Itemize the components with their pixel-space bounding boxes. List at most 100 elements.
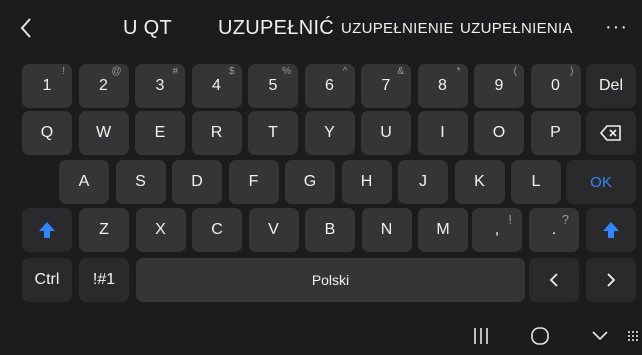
key-c[interactable]: C xyxy=(192,208,242,252)
key-k[interactable]: K xyxy=(454,160,505,204)
keyboard-switch-button[interactable] xyxy=(624,318,642,354)
key-6-sub: ^ xyxy=(342,66,348,77)
more-options-button[interactable]: ··· xyxy=(605,16,628,39)
space-key-label: Polski xyxy=(311,272,350,288)
key-h[interactable]: H xyxy=(341,160,392,204)
key-t[interactable]: T xyxy=(248,111,298,155)
key-8-label: 8 xyxy=(438,77,447,94)
key-9-label: 9 xyxy=(494,77,504,94)
chevron-left-icon xyxy=(20,18,31,38)
hide-keyboard-button[interactable] xyxy=(585,318,615,354)
key-m[interactable]: M xyxy=(418,208,468,252)
key-3-sub: # xyxy=(172,66,178,77)
key-3-label: 3 xyxy=(155,77,165,94)
key-7-sub: & xyxy=(397,66,404,77)
key-v[interactable]: V xyxy=(248,208,299,252)
suggestion-bar: U QT UZUPEŁNIĆ UZUPEŁNIENIE UZUPEŁNIENIA… xyxy=(0,0,642,56)
key-j-label: J xyxy=(419,173,427,190)
key-1[interactable]: 1! xyxy=(22,64,72,108)
key-s[interactable]: S xyxy=(115,160,166,204)
key-4-label: 4 xyxy=(212,77,221,94)
key-y[interactable]: Y xyxy=(304,111,355,155)
key-b-label: B xyxy=(324,221,336,238)
suggestion-4[interactable]: UZUPEŁNIENIA xyxy=(460,20,573,37)
key-0[interactable]: 0) xyxy=(530,64,581,108)
delete-key[interactable]: Del xyxy=(586,64,636,108)
key-6[interactable]: 6 ^ xyxy=(304,64,355,108)
key-e-label: E xyxy=(154,124,166,141)
cursor-right-key[interactable] xyxy=(586,258,636,302)
comma-key[interactable]: , ! xyxy=(472,208,522,252)
key-4-sub: $ xyxy=(228,66,235,77)
key-f[interactable]: F xyxy=(228,160,279,204)
key-k-label: K xyxy=(474,173,485,190)
shift-right-key[interactable] xyxy=(586,208,636,252)
recent-apps-icon xyxy=(474,328,488,344)
ok-key[interactable]: OK xyxy=(566,160,636,204)
key-w[interactable]: W xyxy=(78,111,129,155)
key-l-label: L xyxy=(531,173,541,190)
backspace-key[interactable] xyxy=(586,111,636,155)
key-4[interactable]: 4 $ xyxy=(191,64,242,108)
chevron-down-icon xyxy=(592,331,608,341)
key-9[interactable]: 9( xyxy=(474,64,524,108)
keyboard-grid-icon xyxy=(628,331,638,341)
suggestion-3[interactable]: UZUPEŁNIENIE xyxy=(341,20,454,37)
suggestion-1[interactable]: U QT xyxy=(123,17,172,40)
ok-key-label: OK xyxy=(590,173,612,191)
key-7[interactable]: 7 & xyxy=(361,64,411,108)
key-z-label: Z xyxy=(99,221,109,238)
key-a-label: A xyxy=(78,173,90,190)
key-t-label: T xyxy=(268,124,278,141)
key-5[interactable]: 5% xyxy=(248,64,298,108)
delete-key-label: Del xyxy=(598,77,623,94)
key-2[interactable]: 2 @ xyxy=(78,64,129,108)
key-3[interactable]: 3 # xyxy=(135,64,185,108)
key-q-label: Q xyxy=(40,124,54,141)
key-l[interactable]: L xyxy=(511,160,561,204)
suggestion-2[interactable]: UZUPEŁNIĆ xyxy=(218,17,334,40)
key-8[interactable]: 8 * xyxy=(417,64,468,108)
key-o[interactable]: O xyxy=(474,111,524,155)
recent-apps-button[interactable] xyxy=(466,318,496,354)
key-p[interactable]: P xyxy=(530,111,581,155)
comma-key-sub: ! xyxy=(508,212,512,227)
key-o-label: O xyxy=(492,124,506,141)
key-2-sub: @ xyxy=(111,66,122,77)
shift-icon xyxy=(603,222,619,238)
key-i-label: I xyxy=(440,124,445,141)
key-g[interactable]: G xyxy=(285,160,335,204)
period-key-label: . xyxy=(551,221,557,238)
key-m-label: M xyxy=(436,221,450,238)
key-r[interactable]: R xyxy=(191,111,242,155)
key-z[interactable]: Z xyxy=(79,208,129,252)
key-i[interactable]: I xyxy=(417,111,468,155)
space-key[interactable]: Polski xyxy=(136,258,525,302)
ctrl-key[interactable]: Ctrl xyxy=(22,258,72,302)
key-y-label: Y xyxy=(324,124,335,141)
key-9-sub: ( xyxy=(513,66,517,77)
home-button[interactable] xyxy=(525,318,555,354)
key-e[interactable]: E xyxy=(135,111,185,155)
key-w-label: W xyxy=(95,124,112,141)
key-n[interactable]: N xyxy=(361,208,412,252)
key-b[interactable]: B xyxy=(305,208,355,252)
key-d[interactable]: D xyxy=(172,160,222,204)
key-d-label: D xyxy=(191,173,203,190)
key-u[interactable]: U xyxy=(361,111,411,155)
key-5-sub: % xyxy=(282,66,291,77)
key-s-label: S xyxy=(135,173,146,190)
key-0-sub: ) xyxy=(570,66,574,77)
key-x[interactable]: X xyxy=(135,208,186,252)
back-button[interactable] xyxy=(0,0,52,56)
key-h-label: H xyxy=(360,173,373,190)
key-j[interactable]: J xyxy=(398,160,448,204)
symbols-key[interactable]: !#1 xyxy=(79,258,129,302)
shift-left-key[interactable] xyxy=(22,208,72,252)
key-5-label: 5 xyxy=(268,77,278,94)
key-q[interactable]: Q xyxy=(22,111,72,155)
key-a[interactable]: A xyxy=(59,160,109,204)
cursor-left-key[interactable] xyxy=(529,258,579,302)
period-key-sub: ? xyxy=(561,212,569,227)
period-key[interactable]: . ? xyxy=(529,208,579,252)
